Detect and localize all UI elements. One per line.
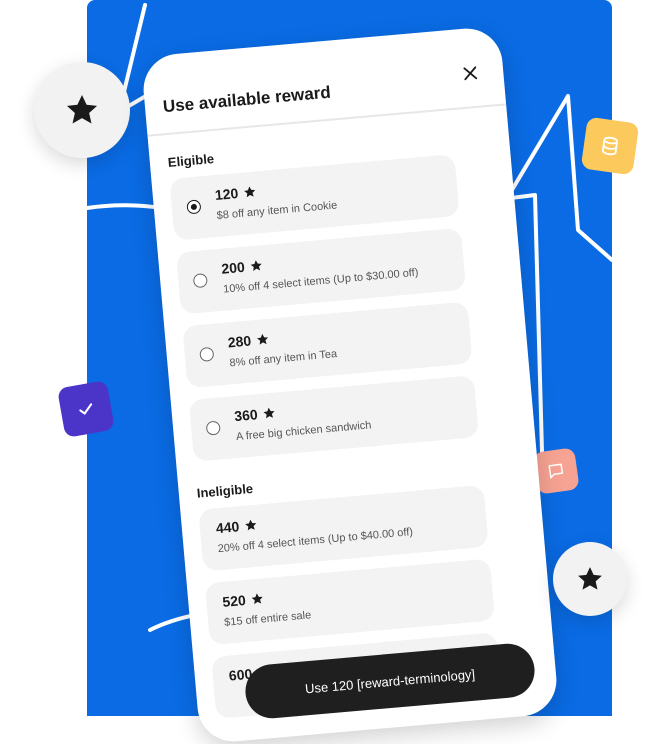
star-icon	[250, 260, 262, 271]
star-icon	[245, 519, 257, 531]
star-icon	[66, 94, 98, 124]
reward-description: 8% off any item in Tea	[229, 348, 338, 370]
check-tile	[57, 380, 115, 438]
database-icon	[601, 136, 619, 156]
star-icon	[263, 407, 275, 419]
star-icon	[244, 186, 256, 198]
reward-points: 520	[222, 590, 266, 610]
reward-option-120[interactable]: 120 $8 off any item in Cookie	[169, 154, 460, 241]
reward-points: 200	[221, 257, 265, 277]
reward-description: $8 off any item in Cookie	[216, 199, 338, 222]
reward-description: A free big chicken sandwich	[235, 419, 372, 444]
reward-description: $15 off entire sale	[223, 609, 312, 629]
radio-unselected[interactable]	[205, 420, 221, 436]
chat-icon	[548, 463, 564, 479]
reward-modal: Use available reward Eligible 120 $8 off…	[140, 25, 560, 744]
modal-title: Use available reward	[162, 82, 332, 117]
star-icon	[257, 333, 269, 345]
reward-points: 120	[214, 183, 258, 203]
star-badge-bottom	[553, 542, 627, 616]
radio-unselected[interactable]	[199, 346, 215, 362]
ineligible-label: Ineligible	[196, 480, 254, 501]
radio-unselected[interactable]	[192, 273, 208, 289]
check-icon	[79, 403, 93, 415]
eligible-label: Eligible	[167, 151, 215, 170]
radio-selected[interactable]	[186, 199, 202, 215]
reward-option-280[interactable]: 280 8% off any item in Tea	[182, 301, 473, 389]
star-icon	[578, 567, 602, 590]
star-badge-top	[34, 62, 130, 158]
close-button[interactable]	[458, 61, 482, 85]
reward-option-440: 440 20% off 4 select items (Up to $40.00…	[198, 484, 489, 572]
reward-option-200[interactable]: 200 10% off 4 select items (Up to $30.00…	[175, 227, 467, 315]
reward-points: 280	[227, 331, 271, 350]
database-tile	[580, 116, 640, 176]
reward-points: 440	[215, 517, 259, 536]
reward-points: 360	[234, 405, 278, 424]
star-icon	[251, 593, 264, 605]
reward-option-520: 520 $15 off entire sale	[204, 558, 496, 646]
reward-option-360[interactable]: 360 A free big chicken sandwich	[188, 375, 480, 462]
close-icon	[463, 66, 478, 81]
